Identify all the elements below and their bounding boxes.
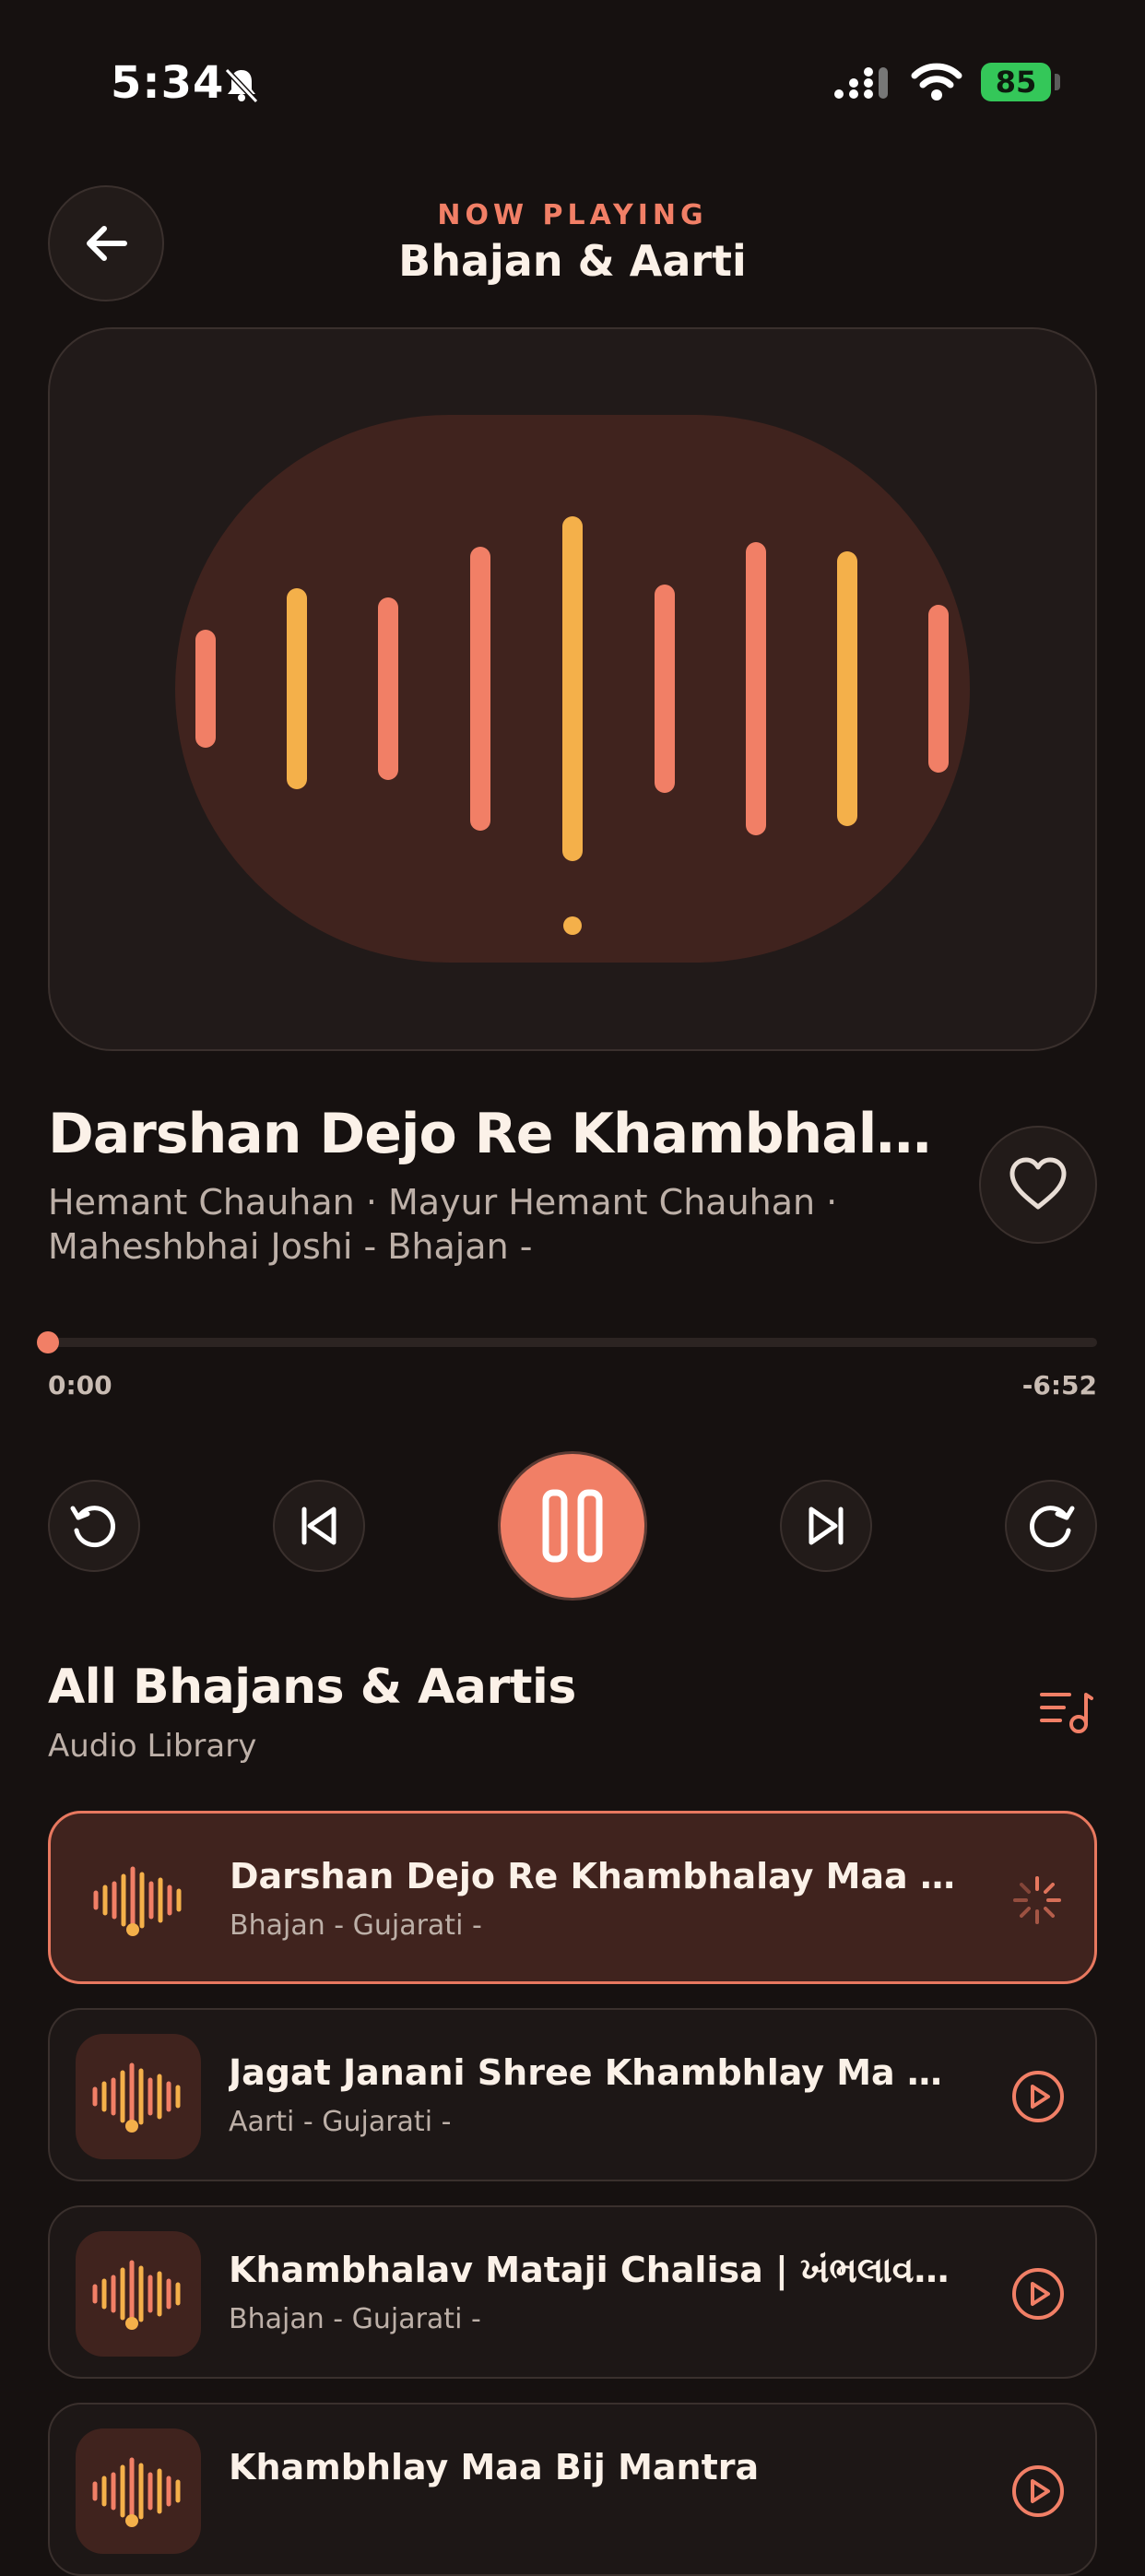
track-item-title: Khambhlay Maa Bij Mantra [229,2447,760,2487]
waveform-icon [88,2454,189,2528]
track-item-subtitle: Bhajan - Gujarati - [229,2303,481,2335]
track-item-subtitle: Aarti - Gujarati - [229,2106,452,2138]
spinner-icon [1013,1876,1061,1924]
remaining-time: -6:52 [1021,1370,1097,1400]
rewind-icon [70,1506,115,1548]
now-playing-label: NOW PLAYING [437,199,708,231]
wave-bar [837,551,857,826]
track-item-active[interactable]: Darshan Dejo Re Khambhalay Maa Dar... Bh… [48,1811,1097,1984]
track-thumbnail [76,2034,201,2159]
play-track-button[interactable] [1009,2264,1068,2323]
status-time: 5:34 [111,57,225,109]
wave-bar [287,588,307,789]
waveform-icon [88,2257,189,2331]
wave-dot [563,916,582,935]
track-title: Darshan Dejo Re Khambhala... [48,1102,951,1166]
pause-icon [542,1489,603,1563]
battery-cap [1055,74,1060,90]
play-track-button[interactable] [1009,2067,1068,2126]
track-item-subtitle: Bhajan - Gujarati - [230,1909,482,1942]
skip-next-icon [809,1507,844,1545]
play-circle-icon [1012,2465,1064,2517]
track-item[interactable]: Jagat Janani Shree Khambhlay Ma Ni... Aa… [48,2008,1097,2181]
silent-bell-icon [224,67,259,104]
forward-button[interactable] [1005,1480,1097,1572]
page-title: Bhajan & Aarti [398,236,747,286]
battery-indicator: 85 [981,63,1051,101]
play-circle-icon [1012,2071,1064,2122]
play-track-button[interactable] [1009,2462,1068,2521]
track-item-title: Khambhalav Mataji Chalisa | ખંભલાવ મા... [229,2250,957,2290]
next-button[interactable] [780,1480,872,1572]
wave-bar [195,630,216,748]
track-item-title: Jagat Janani Shree Khambhlay Ma Ni... [229,2052,957,2093]
elapsed-time: 0:00 [48,1370,112,1400]
wave-bar [562,516,583,861]
wave-bar [928,605,949,773]
wave-bar [378,597,398,780]
track-thumbnail [76,2231,201,2357]
wave-bar [746,542,766,835]
favorite-button[interactable] [979,1126,1097,1244]
wave-bar [655,585,675,793]
heart-icon [1009,1157,1067,1210]
library-subtitle: Audio Library [48,1728,257,1765]
artwork-waveform [175,415,970,963]
track-item-title: Darshan Dejo Re Khambhalay Maa Dar... [230,1856,958,1897]
library-title: All Bhajans & Aartis [48,1660,576,1715]
track-thumbnail [77,1837,202,1963]
progress-handle[interactable] [37,1331,59,1353]
waveform-icon [89,1863,190,1937]
track-item[interactable]: Khambhalav Mataji Chalisa | ખંભલાવ મા...… [48,2205,1097,2379]
pause-button[interactable] [498,1451,647,1601]
waveform-icon [88,2060,189,2133]
forward-icon [1030,1506,1075,1548]
skip-previous-icon [301,1507,336,1545]
previous-button[interactable] [273,1480,365,1572]
cellular-signal-icon [834,67,888,99]
progress-track[interactable] [48,1338,1097,1347]
wave-bar [470,547,490,831]
loading-indicator [1008,1871,1067,1930]
track-item[interactable]: Khambhlay Maa Bij Mantra [48,2403,1097,2576]
wifi-icon [911,63,962,100]
playlist-music-icon[interactable] [1038,1687,1093,1735]
rewind-button[interactable] [48,1480,140,1572]
play-circle-icon [1012,2268,1064,2320]
battery-level: 85 [995,65,1037,100]
track-artists: Hemant Chauhan · Mayur Hemant Chauhan · … [48,1182,838,1267]
track-thumbnail [76,2428,201,2554]
